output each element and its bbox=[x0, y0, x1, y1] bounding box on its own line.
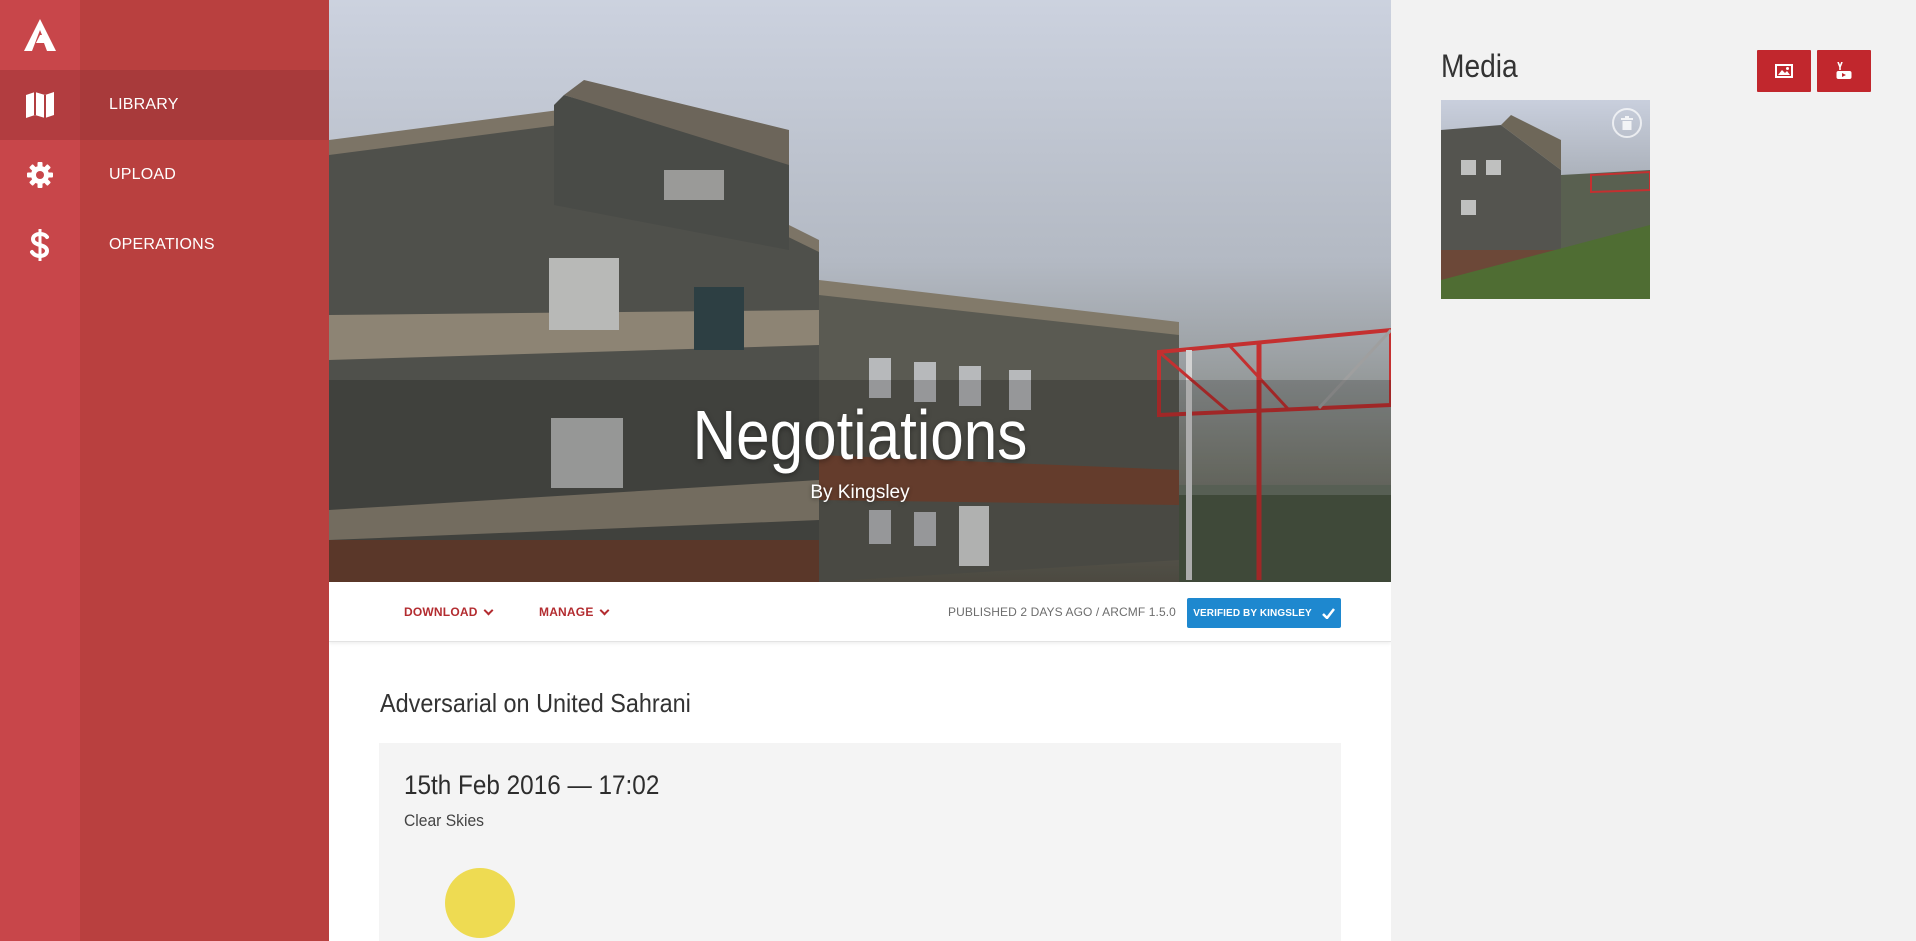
sidebar-item-upload[interactable]: UPLOAD bbox=[80, 140, 329, 210]
sidebar-item-operations[interactable]: OPERATIONS bbox=[80, 210, 329, 280]
trash-icon bbox=[1621, 116, 1633, 130]
media-title: Media bbox=[1441, 48, 1518, 84]
sidebar-item-label: UPLOAD bbox=[109, 166, 176, 183]
nav-header-spacer bbox=[80, 0, 329, 70]
mission-toolbar: DOWNLOAD MANAGE PUBLISHED 2 DAYS AGO / A… bbox=[329, 582, 1391, 642]
verified-badge[interactable]: VERIFIED BY KINGSLEY bbox=[1187, 598, 1341, 628]
icon-rail bbox=[0, 0, 80, 941]
main-content: Negotiations By Kingsley DOWNLOAD MANAGE… bbox=[329, 0, 1391, 941]
mission-author: By Kingsley bbox=[810, 482, 910, 503]
mission-date: 15th Feb 2016 — 17:02 bbox=[404, 770, 660, 800]
mission-title: Negotiations bbox=[692, 396, 1028, 474]
download-dropdown[interactable]: DOWNLOAD bbox=[404, 582, 494, 642]
map-icon[interactable] bbox=[0, 70, 80, 140]
chevron-down-icon bbox=[483, 605, 494, 615]
chevron-down-icon bbox=[599, 605, 609, 615]
app-root: LIBRARY UPLOAD OPERATIONS Negotiations B… bbox=[0, 0, 1916, 941]
dollar-icon[interactable] bbox=[0, 210, 80, 280]
mission-weather: Clear Skies bbox=[404, 811, 484, 830]
mission-subtitle: Adversarial on United Sahrani bbox=[380, 688, 691, 718]
sidebar-item-library[interactable]: LIBRARY bbox=[80, 70, 329, 140]
manage-label: MANAGE bbox=[539, 605, 594, 619]
delete-media-button[interactable] bbox=[1612, 108, 1642, 138]
sun-icon bbox=[445, 868, 515, 938]
youtube-icon bbox=[1836, 62, 1852, 79]
manage-dropdown[interactable]: MANAGE bbox=[539, 582, 609, 642]
media-thumbnail[interactable] bbox=[1441, 100, 1650, 299]
image-icon bbox=[1775, 64, 1793, 78]
add-image-button[interactable] bbox=[1757, 50, 1811, 92]
add-video-button[interactable] bbox=[1817, 50, 1871, 92]
verified-label: VERIFIED BY KINGSLEY bbox=[1193, 607, 1312, 619]
gear-icon[interactable] bbox=[0, 140, 80, 210]
published-info: PUBLISHED 2 DAYS AGO / ARCMF 1.5.0 bbox=[948, 605, 1176, 619]
arma-logo-icon[interactable] bbox=[0, 0, 80, 70]
nav-panel: LIBRARY UPLOAD OPERATIONS bbox=[80, 0, 329, 941]
mission-info-card: 15th Feb 2016 — 17:02 Clear Skies bbox=[379, 743, 1341, 941]
check-icon bbox=[1321, 607, 1335, 619]
sidebar-item-label: OPERATIONS bbox=[109, 236, 215, 253]
hero-banner: Negotiations By Kingsley bbox=[329, 0, 1391, 582]
download-label: DOWNLOAD bbox=[404, 605, 478, 619]
media-panel: Media bbox=[1391, 0, 1916, 941]
sidebar-item-label: LIBRARY bbox=[109, 96, 179, 113]
